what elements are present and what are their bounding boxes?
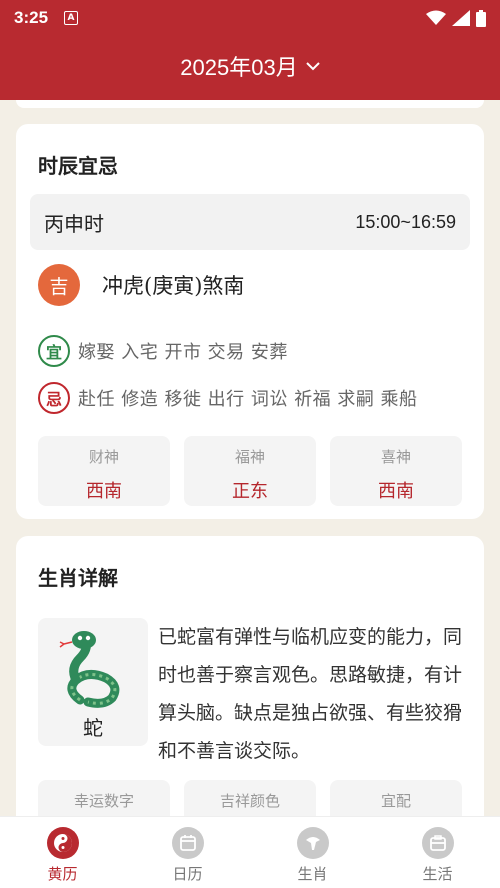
status-bar: 3:25 A <box>0 0 500 36</box>
zodiac-title: 生肖详解 <box>38 566 118 590</box>
zodiac-description: 已蛇富有弹性与临机应变的能力，同时也善于察言观色。思路敏捷，有计算头脑。缺点是独… <box>158 626 463 762</box>
clash-row: 吉 冲虎(庚寅)煞南 <box>38 264 244 306</box>
shichen-card: 时辰宜忌 丙申时 15:00~16:59 吉 冲虎(庚寅)煞南 宜 嫁娶 入宅 … <box>16 124 484 519</box>
god-value: 西南 <box>378 481 414 502</box>
clash-text: 冲虎(庚寅)煞南 <box>102 274 245 298</box>
god-label: 喜神 <box>380 448 411 466</box>
bottom-nav: 黄历 日历 生肖 生活 <box>0 816 500 888</box>
ji-row: 忌 赴任 修造 移徙 出行 词讼 祈福 求嗣 乘船 <box>38 382 418 414</box>
zodiac-card: 生肖详解 蛇 已蛇富有弹性与临机应变的能力，同时也善于察言观色。思路敏捷，有计算… <box>16 536 484 816</box>
nav-label: 日历 <box>172 865 203 883</box>
snake-icon <box>59 631 120 708</box>
period-time: 15:00~16:59 <box>355 211 456 232</box>
period-bar[interactable]: 丙申时 15:00~16:59 <box>30 194 470 250</box>
wifi-icon <box>426 10 446 25</box>
yin-yang-icon <box>46 827 79 859</box>
nav-label: 生活 <box>422 865 453 883</box>
lucky-color-box[interactable]: 吉祥颜色 <box>184 780 316 816</box>
zodiac-name: 蛇 <box>83 716 103 740</box>
nav-item-calendar[interactable]: 日历 <box>125 817 250 888</box>
previous-card-edge <box>16 100 484 108</box>
nav-label: 生肖 <box>297 865 328 883</box>
yi-row: 宜 嫁娶 入宅 开市 交易 安葬 <box>38 335 288 367</box>
zodiac-icon <box>296 827 329 859</box>
status-indicators <box>426 9 486 27</box>
ji-items: 赴任 修造 移徙 出行 词讼 祈福 求嗣 乘船 <box>78 389 418 410</box>
god-value: 正东 <box>232 481 268 502</box>
battery-icon <box>476 9 486 27</box>
god-joy: 喜神 西南 <box>330 436 462 506</box>
month-selector[interactable]: 2025年03月 <box>0 46 500 86</box>
god-fortune: 福神 正东 <box>184 436 316 506</box>
zodiac-figure[interactable]: 蛇 <box>38 618 148 746</box>
lucky-number-box[interactable]: 幸运数字 <box>38 780 170 816</box>
luck-badge: 吉 <box>38 264 80 306</box>
app-header: 3:25 A 2025年03月 <box>0 0 500 100</box>
life-icon <box>421 827 454 859</box>
god-label: 福神 <box>234 448 265 466</box>
period-name: 丙申时 <box>44 211 104 236</box>
god-value: 西南 <box>86 481 122 502</box>
app-notification-icon: A <box>64 11 79 25</box>
month-label: 2025年03月 <box>180 55 298 80</box>
chevron-down-icon <box>305 62 320 71</box>
shichen-title: 时辰宜忌 <box>38 154 118 178</box>
signal-icon <box>452 10 470 26</box>
yi-items: 嫁娶 入宅 开市 交易 安葬 <box>78 342 288 363</box>
god-label: 财神 <box>88 448 119 466</box>
nav-item-huangli[interactable]: 黄历 <box>0 817 125 888</box>
nav-item-zodiac[interactable]: 生肖 <box>250 817 375 888</box>
calendar-icon <box>171 827 204 859</box>
status-time: 3:25 <box>14 8 49 27</box>
nav-label: 黄历 <box>47 865 78 883</box>
ji-badge: 忌 <box>38 382 70 414</box>
yi-badge: 宜 <box>38 335 70 367</box>
nav-item-life[interactable]: 生活 <box>375 817 500 888</box>
main-content[interactable]: 时辰宜忌 丙申时 15:00~16:59 吉 冲虎(庚寅)煞南 宜 嫁娶 入宅 … <box>0 100 500 816</box>
god-wealth: 财神 西南 <box>38 436 170 506</box>
match-box[interactable]: 宜配 <box>330 780 462 816</box>
